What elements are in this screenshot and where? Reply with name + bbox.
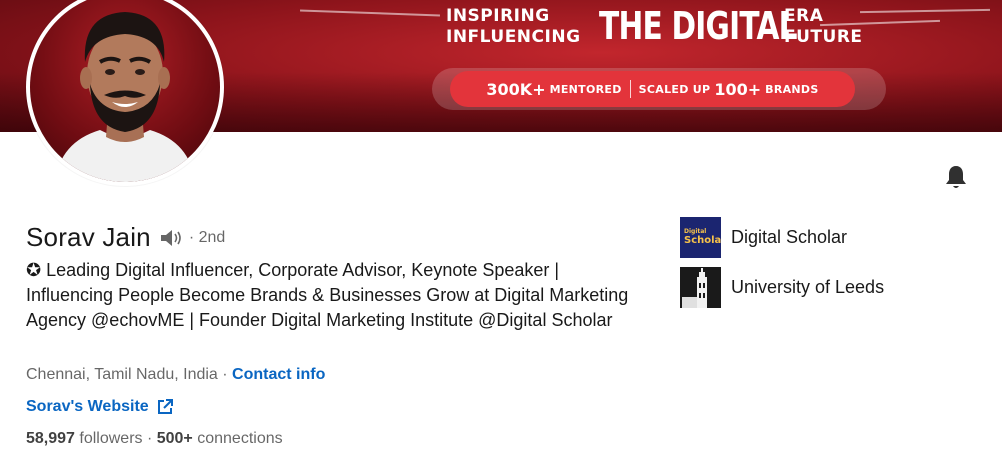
- followers-count[interactable]: 58,997: [26, 430, 75, 447]
- university-tower-logo-icon: [680, 267, 721, 308]
- org-university-of-leeds[interactable]: University of Leeds: [680, 267, 884, 308]
- connection-degree: · 2nd: [188, 228, 226, 246]
- avatar-portrait-icon: [55, 12, 195, 182]
- pill-divider: [629, 80, 631, 98]
- stats-separator: ·: [142, 430, 157, 447]
- contact-info-link[interactable]: Contact info: [232, 366, 325, 383]
- logo-text-small: Digital: [684, 228, 707, 235]
- stat-brands-label: BRANDS: [765, 82, 819, 96]
- org-name: University of Leeds: [731, 277, 885, 297]
- speaker-icon[interactable]: [159, 227, 185, 249]
- connections-count[interactable]: 500+: [157, 430, 193, 447]
- external-link-icon[interactable]: [157, 399, 173, 415]
- stat-brands-number: 100+: [714, 79, 762, 99]
- connections-label[interactable]: connections: [193, 430, 282, 447]
- profile-headline: ✪ Leading Digital Influencer, Corporate …: [26, 260, 629, 330]
- digital-scholar-logo-icon: Digital Scholar: [680, 217, 721, 258]
- website-row: Sorav's Website: [26, 398, 173, 416]
- slogan-right-line1: ERA: [784, 6, 824, 26]
- logo-text: Scholar: [684, 235, 721, 246]
- profile-location: Chennai, Tamil Nadu, India: [26, 366, 218, 383]
- org-name: Digital Scholar: [731, 227, 848, 247]
- bell-icon[interactable]: [942, 163, 970, 191]
- slogan-left-line1: INSPIRING: [446, 6, 550, 26]
- website-link[interactable]: Sorav's Website: [26, 398, 149, 416]
- network-stats: 58,997 followers · 500+ connections: [26, 430, 283, 448]
- slogan-left-line2: INFLUENCING: [446, 27, 581, 47]
- stat-scaled-label: SCALED UP: [638, 82, 711, 96]
- stat-mentored-number: 300K+: [486, 79, 546, 99]
- profile-avatar[interactable]: [26, 0, 224, 186]
- avatar-photo: [30, 0, 220, 182]
- banner-stats-pill: 300K+ MENTORED SCALED UP 100+ BRANDS: [450, 71, 855, 107]
- org-digital-scholar[interactable]: Digital Scholar Digital Scholar: [680, 217, 847, 258]
- slogan-big: THE DIGITAL: [599, 4, 798, 48]
- stat-mentored-label: MENTORED: [549, 82, 622, 96]
- slogan-right-line2: FUTURE: [784, 27, 863, 47]
- profile-name: Sorav Jain: [26, 222, 151, 252]
- followers-label[interactable]: followers: [75, 430, 142, 447]
- location-separator: ·: [217, 366, 233, 383]
- location-row: Chennai, Tamil Nadu, India · Contact inf…: [26, 366, 325, 384]
- profile-name-row: Sorav Jain · 2nd: [26, 222, 225, 253]
